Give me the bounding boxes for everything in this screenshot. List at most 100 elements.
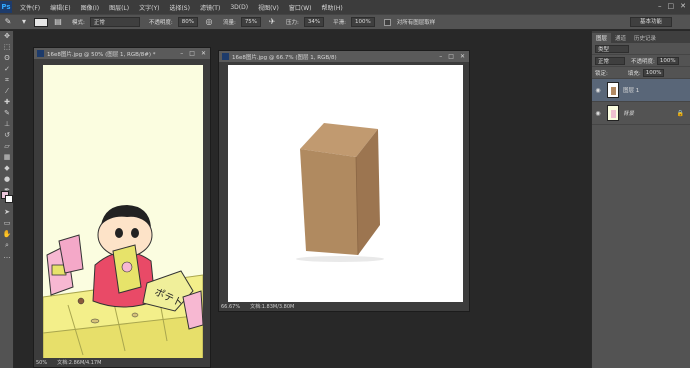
menu-bar: Ps 文件(F) 编辑(E) 图像(I) 图层(L) 文字(Y) 选择(S) 滤… — [0, 0, 690, 14]
document-title-bar[interactable]: 16e8图片.jpg @ 50% (图层 1, RGB/8#) * – □ ✕ — [34, 48, 210, 59]
pressure-field[interactable]: 34% — [303, 17, 325, 27]
lock-row: 锁定: 填充: 100% — [592, 67, 690, 79]
blend-row: 正常 不透明度: 100% — [592, 55, 690, 67]
sample-all-layers-label: 对所有图层取样 — [396, 20, 436, 26]
history-brush-tool-icon[interactable]: ↺ — [0, 130, 14, 141]
gradient-tool-icon[interactable]: ▦ — [0, 152, 14, 163]
toggle-brush-panel-icon[interactable]: ▤ — [53, 17, 63, 27]
maximize-button[interactable]: □ — [668, 2, 675, 10]
menu-image[interactable]: 图像(I) — [76, 3, 104, 12]
lasso-tool-icon[interactable]: ʘ — [0, 53, 14, 64]
mode-select[interactable]: 正常 — [89, 17, 140, 27]
crop-tool-icon[interactable]: ⌗ — [0, 75, 14, 86]
zoom-level[interactable]: 66.67% — [221, 304, 240, 310]
tools-panel: ✥ ⬚ ʘ ✓ ⌗ ⁄ ✚ ✎ ⊥ ↺ ▱ ▦ ◆ ● ✒ T ➤ ▭ ✋ ⌕ … — [0, 31, 14, 368]
menu-file[interactable]: 文件(F) — [15, 3, 45, 12]
options-bar: ✎ ▾ ▤ 模式: 正常 不透明度: 80% ◎ 流量: 75% ✈ 压力: 3… — [0, 14, 690, 30]
photoshop-window: Ps 文件(F) 编辑(E) 图像(I) 图层(L) 文字(Y) 选择(S) 滤… — [0, 0, 690, 368]
zoom-level[interactable]: 50% — [36, 360, 47, 366]
shape-tool-icon[interactable]: ▭ — [0, 218, 14, 229]
menu-window[interactable]: 窗口(W) — [284, 3, 317, 12]
doc-maximize-button[interactable]: □ — [448, 53, 454, 60]
more-tools-icon[interactable]: … — [0, 251, 14, 262]
doc-minimize-button[interactable]: – — [180, 50, 183, 57]
brush-tool-icon[interactable]: ✎ — [3, 17, 13, 27]
menu-filter[interactable]: 滤镜(T) — [195, 3, 225, 12]
document-canvas[interactable]: ポテト — [43, 65, 203, 361]
sample-all-layers-checkbox[interactable] — [383, 18, 391, 26]
panel-tabs: 图层 通道 历史记录 — [592, 31, 690, 43]
document-controls: – □ ✕ — [180, 50, 210, 57]
ps-file-icon — [222, 53, 229, 60]
eraser-tool-icon[interactable]: ▱ — [0, 141, 14, 152]
quick-select-tool-icon[interactable]: ✓ — [0, 64, 14, 75]
document-window-cartoon[interactable]: 16e8图片.jpg @ 50% (图层 1, RGB/8#) * – □ ✕ — [33, 47, 211, 368]
marquee-tool-icon[interactable]: ⬚ — [0, 42, 14, 53]
zoom-tool-icon[interactable]: ⌕ — [0, 240, 14, 251]
lock-icon: 🔒 — [676, 109, 684, 117]
pressure-opacity-icon[interactable]: ◎ — [204, 17, 214, 27]
layer-opacity-label: 不透明度: — [631, 58, 655, 65]
fill-label: 填充: — [627, 70, 641, 77]
move-tool-icon[interactable]: ✥ — [0, 31, 14, 42]
layer-row[interactable]: ◉ 图层 1 — [592, 79, 690, 102]
smooth-field[interactable]: 100% — [351, 17, 375, 27]
path-select-tool-icon[interactable]: ➤ — [0, 207, 14, 218]
fill-field[interactable]: 100% — [642, 68, 665, 77]
brush-preset-icon[interactable]: ▾ — [19, 17, 29, 27]
app-logo: Ps — [0, 1, 12, 13]
minimize-button[interactable]: – — [658, 2, 662, 10]
document-title-bar[interactable]: 16e8图片.jpg @ 66.7% (图层 1, RGB/8) – □ ✕ — [219, 51, 469, 62]
doc-minimize-button[interactable]: – — [439, 53, 442, 60]
visibility-eye-icon[interactable]: ◉ — [592, 87, 604, 94]
layer-opacity-field[interactable]: 100% — [656, 56, 679, 65]
menu-3d[interactable]: 3D(D) — [225, 4, 253, 11]
menu-select[interactable]: 选择(S) — [164, 3, 195, 12]
pressure-label: 压力: — [286, 20, 299, 26]
menu-view[interactable]: 视图(V) — [253, 3, 284, 12]
layer-name: 背景 — [623, 111, 635, 117]
layer-row[interactable]: ◉ 背景 🔒 — [592, 102, 690, 125]
healing-tool-icon[interactable]: ✚ — [0, 97, 14, 108]
brush-swatch[interactable] — [34, 17, 48, 27]
tab-channels[interactable]: 通道 — [611, 33, 630, 43]
blur-tool-icon[interactable]: ◆ — [0, 163, 14, 174]
blend-mode-select[interactable]: 正常 — [595, 56, 625, 65]
layer-filter-select[interactable]: 类型 — [595, 44, 629, 53]
layer-thumbnail — [607, 82, 619, 98]
layer-filter-row: 类型 — [592, 43, 690, 55]
cartoon-illustration: ポテト — [43, 205, 203, 361]
brush-tool-icon-left[interactable]: ✎ — [0, 108, 14, 119]
menu-edit[interactable]: 编辑(E) — [45, 3, 75, 12]
tab-layers[interactable]: 图层 — [592, 33, 612, 43]
document-window-box[interactable]: 16e8图片.jpg @ 66.7% (图层 1, RGB/8) – □ ✕ 6… — [218, 50, 470, 312]
window-controls: – □ ✕ — [658, 2, 686, 10]
visibility-eye-icon[interactable]: ◉ — [592, 110, 604, 117]
tab-history[interactable]: 历史记录 — [630, 33, 660, 43]
document-size: 文档:1.83M/3.80M — [250, 304, 295, 310]
menu-type[interactable]: 文字(Y) — [134, 3, 164, 12]
doc-close-button[interactable]: ✕ — [201, 50, 206, 57]
airbrush-icon[interactable]: ✈ — [267, 17, 277, 27]
layer-name: 图层 1 — [623, 88, 640, 94]
document-canvas[interactable] — [228, 65, 463, 304]
document-size: 文档:2.86M/4.17M — [57, 360, 102, 366]
background-color-swatch[interactable] — [5, 195, 13, 203]
doc-maximize-button[interactable]: □ — [189, 50, 195, 57]
document-status-bar: 66.67% 文档:1.83M/3.80M — [219, 302, 469, 311]
flow-label: 流量: — [222, 20, 236, 26]
opacity-field[interactable]: 80% — [177, 17, 198, 27]
opacity-label: 不透明度: — [148, 20, 173, 26]
document-title: 16e8图片.jpg @ 66.7% (图层 1, RGB/8) — [232, 54, 337, 61]
doc-close-button[interactable]: ✕ — [460, 53, 465, 60]
menu-layer[interactable]: 图层(L) — [104, 3, 134, 12]
kraft-box-image — [296, 123, 384, 262]
hand-tool-icon[interactable]: ✋ — [0, 229, 14, 240]
eyedropper-tool-icon[interactable]: ⁄ — [0, 86, 14, 97]
flow-field[interactable]: 75% — [240, 17, 262, 27]
dodge-tool-icon[interactable]: ● — [0, 174, 14, 185]
stamp-tool-icon[interactable]: ⊥ — [0, 119, 14, 130]
menu-help[interactable]: 帮助(H) — [317, 3, 348, 12]
close-button[interactable]: ✕ — [680, 2, 686, 10]
workspace-select[interactable]: 基本功能 — [630, 17, 672, 27]
